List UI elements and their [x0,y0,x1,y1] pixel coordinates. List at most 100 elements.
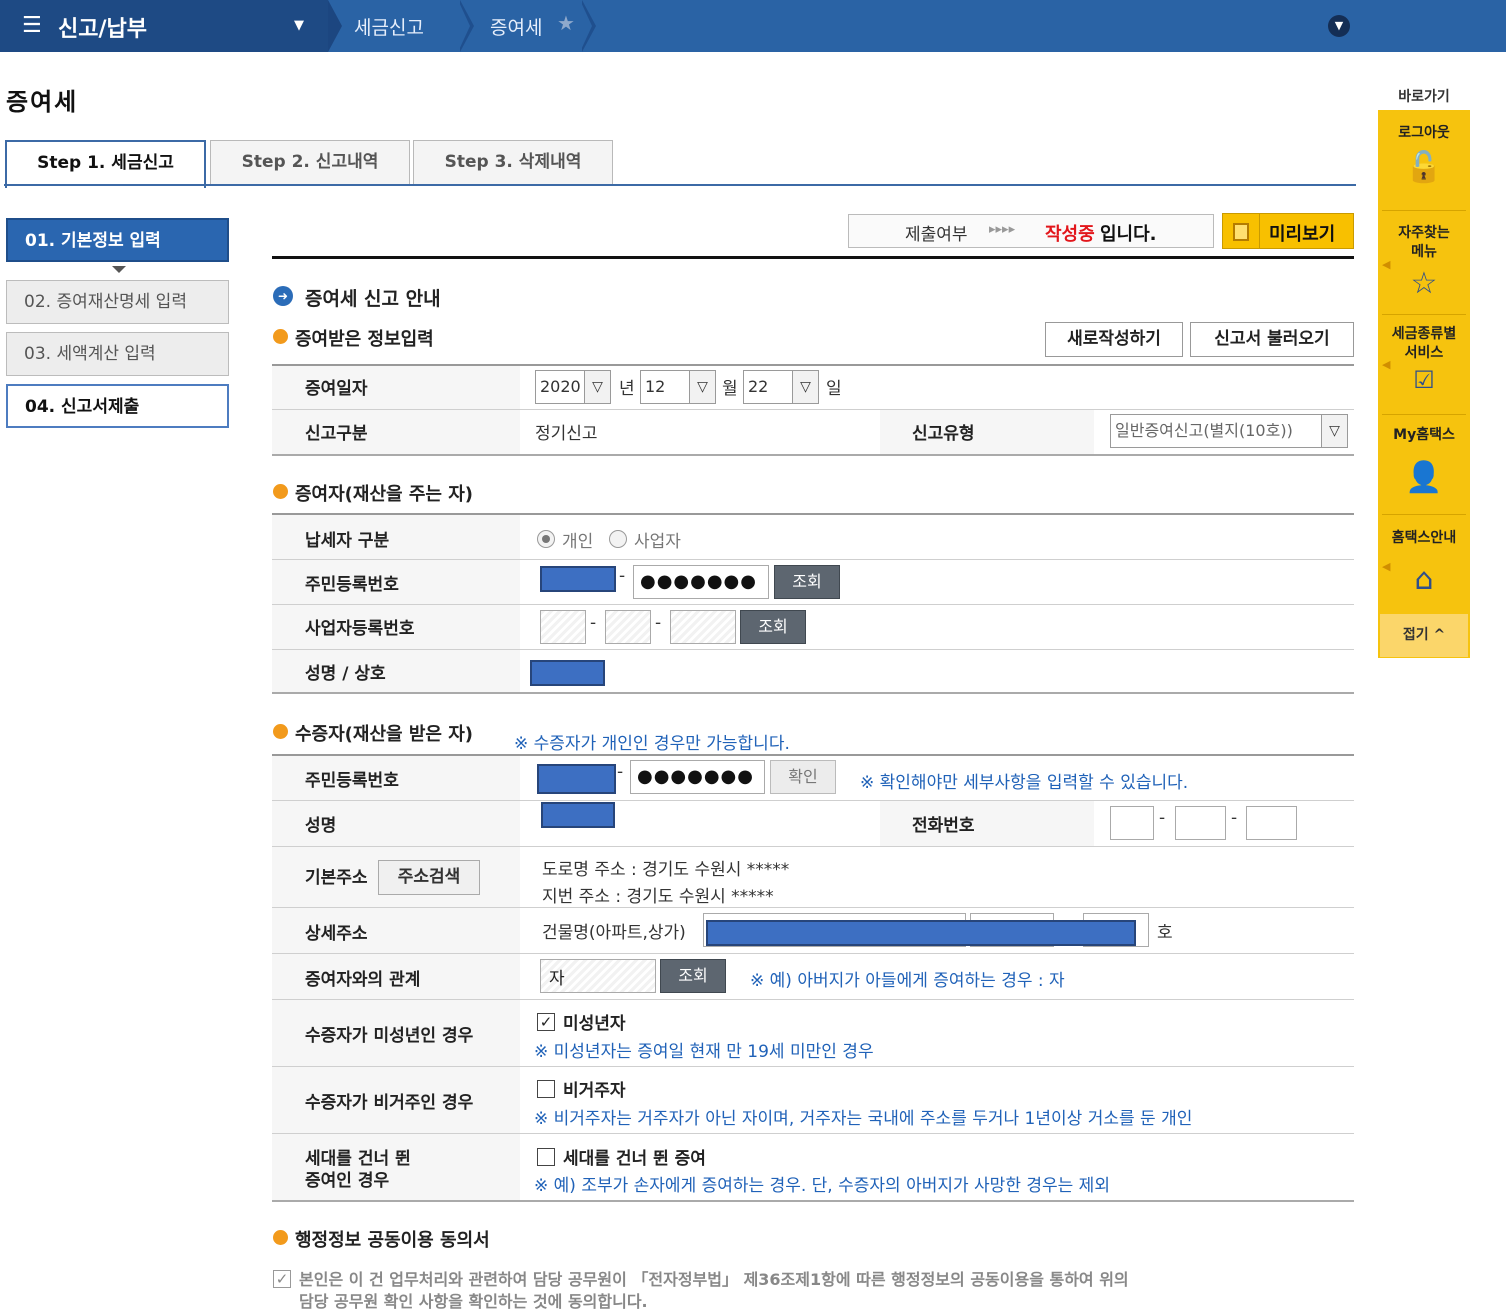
breadcrumb-separator-inner [580,0,592,52]
donee-confirm-button[interactable]: 확인 [770,760,836,794]
breadcrumb-tax-report[interactable]: 세금신고 [354,13,424,40]
chevron-down-icon[interactable]: ▽ [689,371,715,403]
tab-step2[interactable]: Step 2. 신고내역 [210,140,410,186]
relation-field[interactable]: 자 [540,959,656,993]
user-icon[interactable]: 👤 [1378,460,1470,495]
day-value: 22 [748,377,769,396]
chevron-down-icon[interactable]: ▽ [1321,415,1347,447]
left-arrow-icon: ◀ [1382,358,1391,371]
brn-field-2[interactable] [605,610,651,644]
relation-lookup-button[interactable]: 조회 [660,959,726,993]
status-state-highlight: 작성중 [1045,224,1095,245]
chevron-down-icon[interactable]: ▼ [1328,15,1350,37]
load-report-button[interactable]: 신고서 불러오기 [1190,322,1354,357]
row-divider [272,907,1354,908]
menu-title: 신고/납부 [58,17,147,42]
quick-my-hometax-label[interactable]: My홈택스 [1378,426,1470,444]
preview-button[interactable]: 미리보기 [1222,213,1354,249]
dash-separator: - [1231,808,1238,828]
step-basic-info[interactable]: 01. 기본정보 입력 [6,218,229,262]
breadcrumb-separator [328,0,342,52]
donor-name-redacted [530,660,605,686]
row-divider [272,1066,1354,1067]
brn-lookup-button[interactable]: 조회 [740,610,806,644]
report-type-select[interactable]: 일반증여신고(별지(10호)) ▽ [1110,414,1348,448]
quick-tax-service-label-1[interactable]: 세금종류별 [1378,325,1470,343]
nonresident-checkbox[interactable] [537,1080,555,1098]
star-icon[interactable]: ★ [557,11,575,35]
quick-tax-service-label-2[interactable]: 서비스 [1378,344,1470,362]
submit-status-label: 제출여부 [905,225,968,245]
road-address: 도로명 주소 : 경기도 수원시 ***** [542,860,790,880]
nonresident-label: 수증자가 비거주인 경우 [305,1093,474,1113]
row-divider [272,953,1354,954]
relation-label: 증여자와의 관계 [305,970,421,990]
tab-step1[interactable]: Step 1. 세금신고 [5,140,206,188]
star-icon[interactable]: ☆ [1378,266,1470,301]
section-bullet-icon [273,1230,288,1245]
step-gift-property[interactable]: 02. 증여재산명세 입력 [6,280,229,324]
ho-unit: 호 [1157,923,1173,943]
month-select[interactable]: 12 ▽ [640,370,716,404]
left-arrow-icon: ◀ [1382,560,1391,573]
chevron-down-icon[interactable]: ▽ [584,371,610,403]
consent-text-line2: 담당 공무원 확인 사항을 확인하는 것에 동의합니다. [299,1292,648,1311]
phone-label: 전화번호 [912,816,975,836]
arrows-icon: ▸▸▸▸ [989,222,1016,237]
main-menu-button[interactable]: ☰ 신고/납부 ▼ [0,0,328,52]
quick-favorites-label-1[interactable]: 자주찾는 [1378,224,1470,242]
dash-separator: - [655,613,662,633]
table-bottom-border [272,1200,1354,1202]
divider [1382,514,1466,515]
row-divider [272,559,1354,560]
caret-down-icon[interactable]: ▼ [294,18,304,33]
dash-separator: - [1159,808,1166,828]
radio-individual[interactable] [537,530,555,548]
house-icon[interactable]: ⌂ [1378,562,1470,597]
breadcrumb-gift-tax[interactable]: 증여세 [490,13,542,40]
donee-title: 수증자(재산을 받은 자) [295,724,474,745]
rrn-back-field[interactable]: ●●●●●●● [633,565,769,599]
report-type-value: 일반증여신고(별지(10호)) [1115,421,1293,440]
brn-field-3[interactable] [670,610,736,644]
new-report-button[interactable]: 새로작성하기 [1045,322,1183,357]
quick-fold-button[interactable]: 접기 ^ [1380,614,1468,657]
skip-generation-checkbox[interactable] [537,1148,555,1166]
year-select[interactable]: 2020 ▽ [535,370,611,404]
consent-checkbox[interactable]: ✓ [273,1270,291,1288]
quick-logout-label[interactable]: 로그아웃 [1378,124,1470,142]
divider [1382,314,1466,315]
tab-step3[interactable]: Step 3. 삭제내역 [413,140,613,186]
donee-rrn-back-field[interactable]: ●●●●●●● [630,760,765,794]
address-search-button[interactable]: 주소검색 [378,860,480,895]
brn-field-1[interactable] [540,610,586,644]
lot-address: 지번 주소 : 경기도 수원시 ***** [542,887,774,907]
donee-rrn-front-redacted[interactable] [537,764,616,794]
phone-field-2[interactable] [1175,806,1226,840]
phone-field-3[interactable] [1246,806,1297,840]
quick-favorites-label-2[interactable]: 메뉴 [1378,243,1470,261]
report-kind-value: 정기신고 [535,424,598,444]
quick-guide-label[interactable]: 홈택스안내 [1378,529,1470,547]
phone-field-1[interactable] [1110,806,1154,840]
rrn-front-redacted[interactable] [540,566,616,592]
unlock-icon[interactable]: 🔓 [1378,150,1470,185]
skip-generation-check-label: 세대를 건너 뛴 증여 [563,1149,706,1169]
step-tax-calc[interactable]: 03. 세액계산 입력 [6,332,229,376]
check-icon[interactable]: ☑ [1378,366,1470,394]
nonresident-check-label: 비거주자 [563,1081,626,1101]
radio-business[interactable] [609,530,627,548]
donor-name-label: 성명 / 상호 [305,664,386,684]
guide-title[interactable]: 증여세 신고 안내 [305,284,441,311]
preview-label: 미리보기 [1269,224,1336,245]
day-select[interactable]: 22 ▽ [743,370,819,404]
donor-rrn-lookup-button[interactable]: 조회 [774,565,840,599]
taxpayer-type-label: 납세자 구분 [305,531,390,551]
hamburger-icon[interactable]: ☰ [22,13,42,38]
section-bullet-icon [273,329,288,344]
step-submit[interactable]: 04. 신고서제출 [6,384,229,428]
nonresident-note: ※ 비거주자는 거주자가 아닌 자이며, 거주자는 국내에 주소를 두거나 1년… [534,1109,1193,1129]
chevron-down-icon[interactable]: ▽ [792,371,818,403]
minor-checkbox[interactable]: ✓ [537,1013,555,1031]
step-arrow-icon [112,266,126,273]
